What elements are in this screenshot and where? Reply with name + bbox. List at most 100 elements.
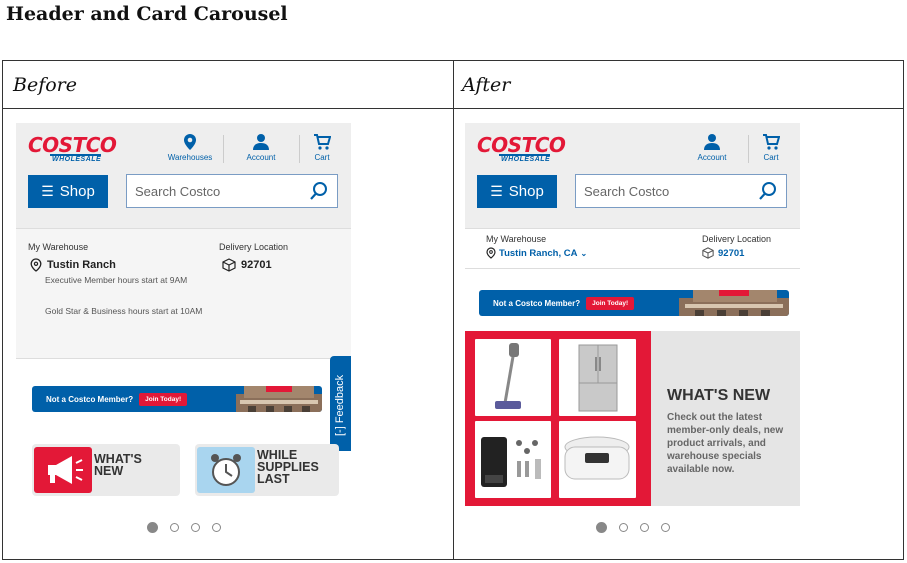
location-pin-icon — [164, 133, 216, 151]
logo-wordmark: COSTCO — [477, 133, 566, 157]
comparison-table: Before After COSTCO WHOLESALE Warehouses… — [2, 60, 904, 560]
person-icon — [236, 133, 286, 151]
membership-banner[interactable]: Not a Costco Member? Join Today! — [479, 290, 789, 316]
logo-subtext: WHOLESALE — [50, 154, 102, 163]
after-screenshot: COSTCO WHOLESALE Account Cart ☰ Shop Sea… — [465, 123, 800, 555]
carousel-dot[interactable] — [639, 523, 649, 532]
carousel-dot-active[interactable] — [595, 522, 607, 533]
feedback-label: [-] Feedback — [334, 374, 346, 436]
location-pin-outline-icon — [30, 258, 42, 272]
refrigerator-image — [559, 339, 636, 416]
hamburger-icon: ☰ — [490, 183, 503, 199]
search-icon[interactable] — [309, 181, 329, 206]
header-separator — [748, 135, 749, 163]
whats-new-description: Check out the latest member-only deals, … — [667, 412, 784, 475]
search-bar — [126, 174, 338, 208]
delivery-zip: 92701 — [241, 259, 272, 271]
warehouses-link[interactable]: Warehouses — [164, 133, 216, 162]
search-bar — [575, 174, 787, 208]
shop-menu-button[interactable]: ☰ Shop — [28, 175, 108, 208]
warehouse-store-image — [679, 290, 789, 316]
hamburger-icon: ☰ — [41, 183, 54, 199]
carousel-dot[interactable] — [211, 523, 221, 532]
whats-new-tile-label: WHAT'S NEW — [94, 452, 142, 478]
person-icon — [687, 133, 737, 151]
account-label: Account — [697, 153, 727, 162]
warehouse-info: My Warehouse Tustin Ranch, CA ⌄ Delivery… — [465, 229, 800, 269]
feedback-tab[interactable]: [-] Feedback — [330, 356, 351, 451]
shop-menu-button[interactable]: ☰ Shop — [477, 175, 557, 208]
account-label: Account — [246, 153, 276, 162]
logo-wordmark: COSTCO — [28, 133, 117, 157]
site-header: COSTCO WHOLESALE Warehouses Account Cart… — [16, 123, 351, 229]
shop-label: Shop — [59, 183, 95, 200]
warehouse-name: Tustin Ranch — [47, 259, 116, 271]
header-separator — [299, 135, 300, 163]
box-icon — [222, 258, 236, 272]
carousel-dot-active[interactable] — [146, 522, 158, 533]
chevron-down-icon: ⌄ — [580, 248, 588, 258]
search-icon[interactable] — [758, 181, 778, 206]
search-input[interactable] — [576, 175, 746, 207]
cart-icon — [756, 133, 786, 151]
whats-new-tile[interactable]: WHAT'S NEW — [32, 444, 180, 496]
carousel-dot[interactable] — [660, 523, 670, 532]
costco-logo[interactable]: COSTCO WHOLESALE — [28, 135, 124, 163]
before-screenshot: COSTCO WHOLESALE Warehouses Account Cart… — [16, 123, 351, 555]
executive-hours-note: Executive Member hours start at 9AM — [45, 275, 188, 285]
location-pin-outline-icon — [486, 247, 496, 259]
rice-cooker-image — [559, 421, 636, 498]
join-today-button[interactable]: Join Today! — [139, 392, 188, 406]
document-title: Header and Card Carousel — [6, 3, 288, 25]
carousel-dots — [465, 522, 800, 533]
before-column-heading: Before — [13, 74, 78, 96]
carousel-dots — [16, 522, 351, 533]
warehouse-selector[interactable]: Tustin Ranch — [30, 258, 116, 272]
warehouse-link: Tustin Ranch, CA — [499, 247, 578, 259]
delivery-zip-selector[interactable]: 92701 — [222, 258, 272, 272]
delivery-location-label: Delivery Location — [702, 234, 772, 244]
carousel-dot[interactable] — [190, 523, 200, 532]
cart-label: Cart — [314, 153, 330, 162]
gold-star-hours-note: Gold Star & Business hours start at 10AM — [45, 306, 203, 316]
alarm-clock-icon — [197, 447, 255, 493]
column-divider — [453, 61, 454, 559]
cart-label: Cart — [763, 153, 779, 162]
account-link[interactable]: Account — [236, 133, 286, 162]
whats-new-title: WHAT'S NEW — [667, 387, 771, 404]
costco-logo[interactable]: COSTCO WHOLESALE — [477, 135, 573, 163]
box-icon — [702, 247, 714, 259]
megaphone-icon — [34, 447, 92, 493]
while-supplies-last-tile[interactable]: WHILE SUPPLIES LAST — [195, 444, 339, 496]
banner-text: Not a Costco Member? — [493, 298, 581, 308]
warehouse-store-image — [236, 386, 322, 412]
product-grid — [465, 331, 651, 506]
header-divider — [3, 108, 903, 109]
header-separator — [223, 135, 224, 163]
stick-vacuum-image — [475, 339, 551, 416]
cart-link[interactable]: Cart — [307, 133, 337, 162]
site-header: COSTCO WHOLESALE Account Cart ☰ Shop — [465, 123, 800, 229]
cart-link[interactable]: Cart — [756, 133, 786, 162]
banner-text: Not a Costco Member? — [46, 394, 134, 404]
logo-subtext: WHOLESALE — [499, 154, 551, 163]
warehouses-label: Warehouses — [167, 153, 213, 162]
search-input[interactable] — [127, 175, 297, 207]
membership-banner[interactable]: Not a Costco Member? Join Today! — [32, 386, 322, 412]
shop-label: Shop — [508, 183, 544, 200]
warehouse-selector[interactable]: Tustin Ranch, CA ⌄ — [486, 247, 587, 259]
cart-icon — [307, 133, 337, 151]
join-today-button[interactable]: Join Today! — [586, 296, 635, 310]
delivery-zip: 92701 — [718, 247, 745, 259]
robot-vacuum-kit-image — [475, 421, 551, 498]
after-column-heading: After — [462, 74, 511, 96]
my-warehouse-label: My Warehouse — [486, 234, 547, 244]
delivery-zip-selector[interactable]: 92701 — [702, 247, 744, 259]
delivery-location-label: Delivery Location — [219, 242, 289, 252]
account-link[interactable]: Account — [687, 133, 737, 162]
warehouse-info: My Warehouse Tustin Ranch Delivery Locat… — [16, 229, 351, 359]
while-supplies-last-label: WHILE SUPPLIES LAST — [257, 448, 319, 486]
carousel-dot[interactable] — [169, 523, 179, 532]
carousel-dot[interactable] — [618, 523, 628, 532]
whats-new-card[interactable]: WHAT'S NEW Check out the latest member-o… — [465, 331, 800, 506]
